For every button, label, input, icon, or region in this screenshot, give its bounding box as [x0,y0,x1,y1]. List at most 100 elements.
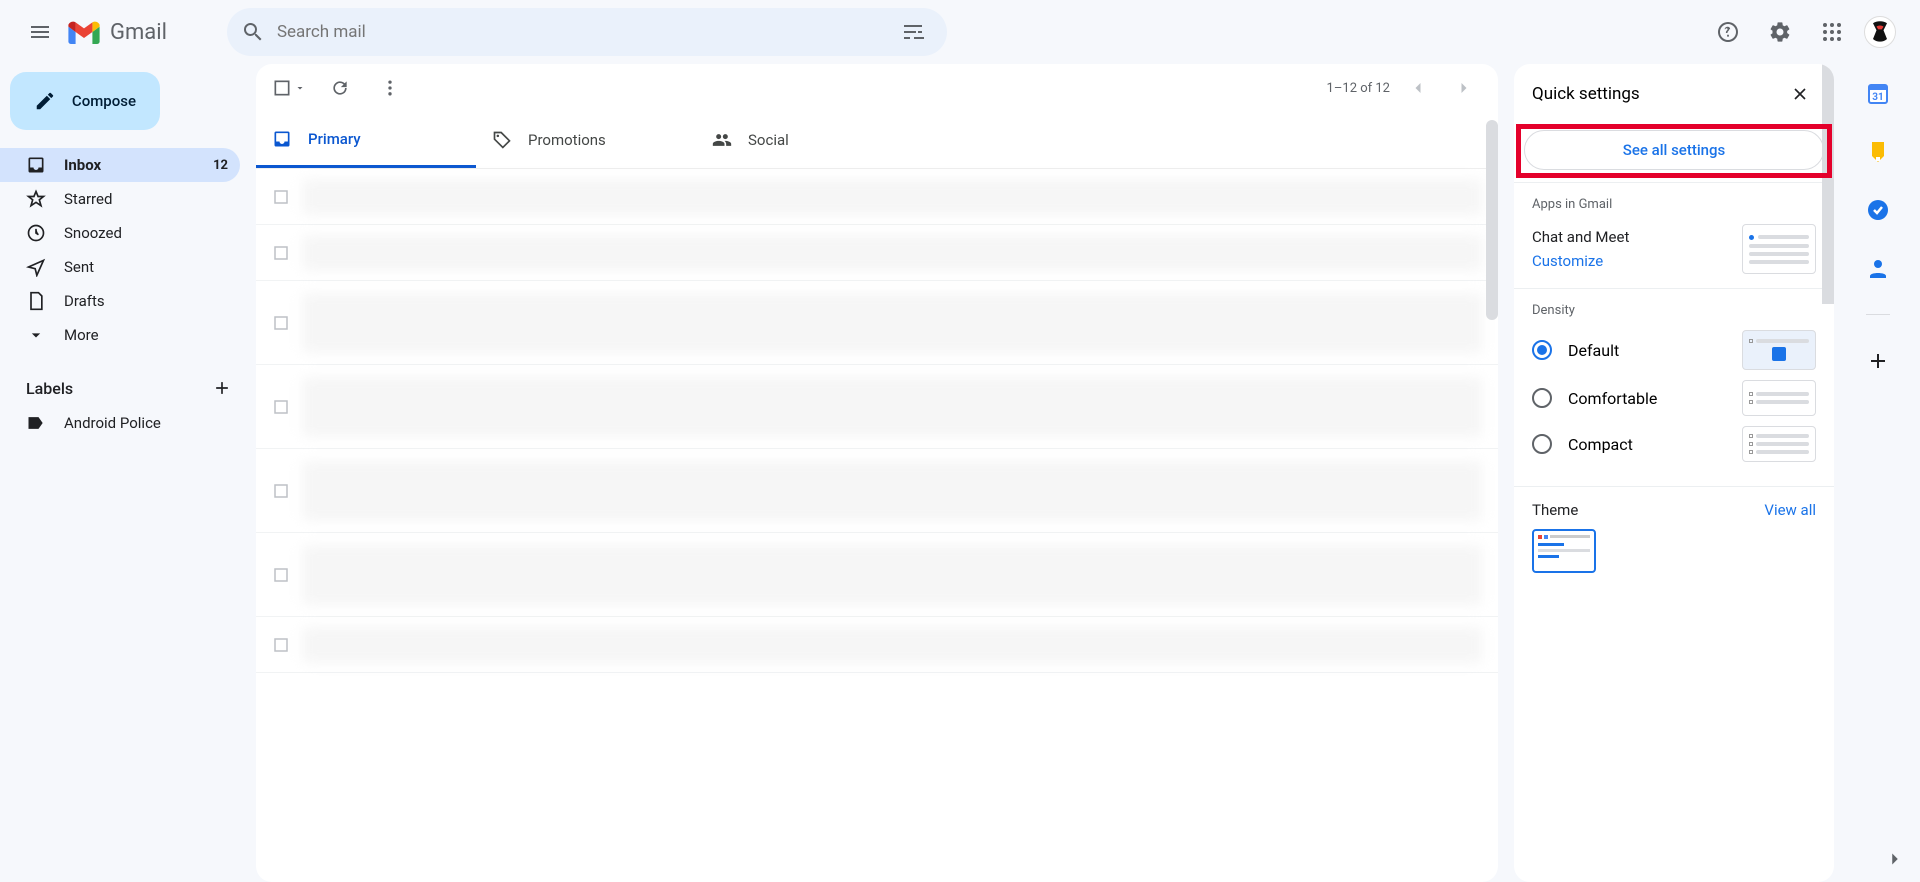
theme-view-all-link[interactable]: View all [1764,501,1816,519]
nav-label: Drafts [64,292,228,310]
help-button[interactable] [1708,12,1748,52]
account-avatar[interactable] [1864,16,1896,48]
message-row[interactable] [256,225,1498,281]
file-icon [26,291,46,311]
compose-label: Compose [72,92,136,110]
quick-settings-title: Quick settings [1532,84,1640,104]
app-header: Gmail [0,0,1920,64]
density-default[interactable]: Default [1532,330,1816,370]
see-all-label: See all settings [1623,141,1725,159]
message-row[interactable] [256,365,1498,449]
gmail-logo-area[interactable]: Gmail [68,20,167,45]
side-apps-bar: 31 [1850,64,1906,882]
row-checkbox[interactable] [272,482,292,500]
tab-social[interactable]: Social [696,112,916,168]
nav-count: 12 [213,158,228,173]
apps-grid-button[interactable] [1812,12,1852,52]
pager-prev-button[interactable] [1400,70,1436,106]
see-all-settings-button[interactable]: See all settings [1524,130,1824,170]
row-checkbox[interactable] [272,636,292,654]
keep-app-icon[interactable] [1866,140,1890,164]
density-comfortable[interactable]: Comfortable [1532,380,1816,416]
tab-label: Primary [308,130,361,148]
dropdown-caret-icon [294,82,306,94]
inbox-icon [272,129,292,149]
get-addons-button[interactable] [1866,349,1890,373]
search-bar[interactable] [227,8,947,56]
nav-label: More [64,326,228,344]
radio-icon [1532,434,1552,454]
search-options-button[interactable] [893,12,933,52]
density-compact[interactable]: Compact [1532,426,1816,462]
radio-icon [1532,340,1552,360]
app-name: Gmail [110,20,167,45]
sidebar: Compose Inbox 12 Starred Snoozed Sent [0,64,256,882]
add-label-button[interactable] [212,378,232,398]
tab-primary[interactable]: Primary [256,112,476,168]
message-row[interactable] [256,449,1498,533]
nav-inbox[interactable]: Inbox 12 [0,148,240,182]
category-tabs: Primary Promotions Social [256,112,1498,169]
row-checkbox[interactable] [272,314,292,332]
row-checkbox[interactable] [272,244,292,262]
density-label: Default [1568,341,1619,360]
message-row[interactable] [256,617,1498,673]
theme-section-title: Theme [1532,501,1578,519]
tab-promotions[interactable]: Promotions [476,112,696,168]
nav-snoozed[interactable]: Snoozed [0,216,240,250]
close-settings-button[interactable] [1784,78,1816,110]
chevron-down-icon [26,325,46,345]
nav-sent[interactable]: Sent [0,250,240,284]
refresh-button[interactable] [324,72,356,104]
apps-section-title: Apps in Gmail [1532,197,1816,212]
row-checkbox[interactable] [272,188,292,206]
density-label: Compact [1568,435,1633,454]
label-icon [26,413,46,433]
nav-starred[interactable]: Starred [0,182,240,216]
tag-icon [492,130,512,150]
nav-label: Snoozed [64,224,228,242]
svg-text:31: 31 [1872,92,1883,103]
mail-toolbar: 1–12 of 12 [256,64,1498,112]
pencil-icon [34,90,56,112]
density-thumb [1742,426,1816,462]
radio-icon [1532,388,1552,408]
message-list [256,169,1498,673]
separator [1866,314,1890,315]
header-actions [1708,12,1896,52]
nav-label: Starred [64,190,228,208]
calendar-app-icon[interactable]: 31 [1866,82,1890,106]
labels-title: Labels [26,379,73,398]
more-actions-button[interactable] [374,72,406,104]
side-panel-collapse-button[interactable] [1884,848,1906,870]
tasks-app-icon[interactable] [1866,198,1890,222]
row-checkbox[interactable] [272,398,292,416]
search-input[interactable] [277,22,893,42]
star-icon [26,189,46,209]
message-row[interactable] [256,169,1498,225]
qs-scrollbar[interactable] [1822,64,1834,304]
label-item[interactable]: Android Police [0,406,240,440]
settings-button[interactable] [1760,12,1800,52]
select-all-checkbox[interactable] [272,78,306,98]
message-row[interactable] [256,533,1498,617]
pager-next-button[interactable] [1446,70,1482,106]
main-menu-button[interactable] [16,8,64,56]
nav-label: Sent [64,258,228,276]
search-icon [241,20,265,44]
scrollbar[interactable] [1486,120,1498,320]
nav-drafts[interactable]: Drafts [0,284,240,318]
chat-meet-label: Chat and Meet [1532,228,1629,246]
nav-more[interactable]: More [0,318,240,352]
tab-label: Promotions [528,131,606,149]
row-checkbox[interactable] [272,566,292,584]
label-text: Android Police [64,414,228,432]
theme-thumbnail[interactable] [1532,529,1596,573]
compose-button[interactable]: Compose [10,72,160,130]
customize-link[interactable]: Customize [1532,252,1629,270]
quick-settings-panel: Quick settings See all settings Apps in … [1514,64,1834,882]
contacts-app-icon[interactable] [1866,256,1890,280]
message-row[interactable] [256,281,1498,365]
labels-header: Labels [0,378,256,398]
gmail-logo-icon [68,20,100,44]
